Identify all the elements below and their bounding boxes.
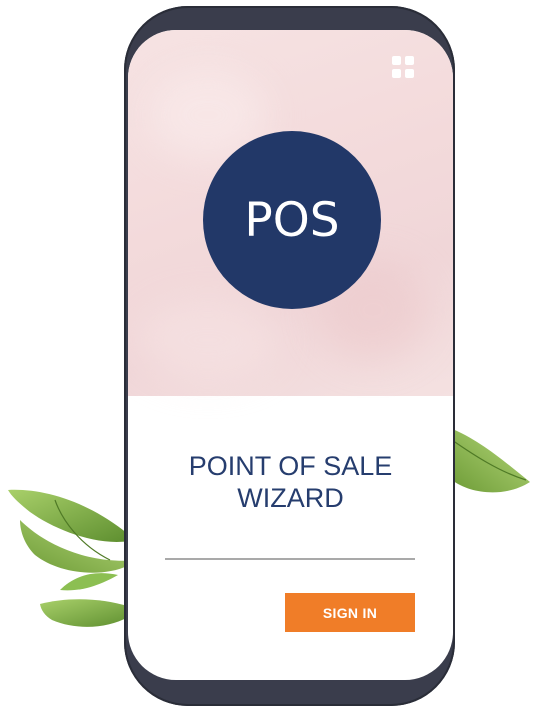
sign-in-button[interactable]: SIGN IN (285, 593, 415, 632)
logo-text: POS (244, 192, 340, 248)
grid-menu-icon[interactable] (392, 56, 414, 78)
grid-icon-cell (392, 69, 401, 78)
divider-line (165, 558, 415, 560)
grid-icon-cell (405, 56, 414, 65)
grid-icon-cell (405, 69, 414, 78)
page-stage: POS POINT OF SALE WIZARD SIGN IN (0, 0, 538, 717)
title-line-2: WIZARD (237, 483, 344, 513)
grid-icon-cell (392, 56, 401, 65)
pos-logo: POS (203, 131, 381, 309)
app-title: POINT OF SALE WIZARD (128, 450, 453, 514)
title-line-1: POINT OF SALE (188, 451, 393, 481)
hero-texture (138, 300, 278, 380)
phone-screen: POS POINT OF SALE WIZARD SIGN IN (128, 30, 453, 680)
